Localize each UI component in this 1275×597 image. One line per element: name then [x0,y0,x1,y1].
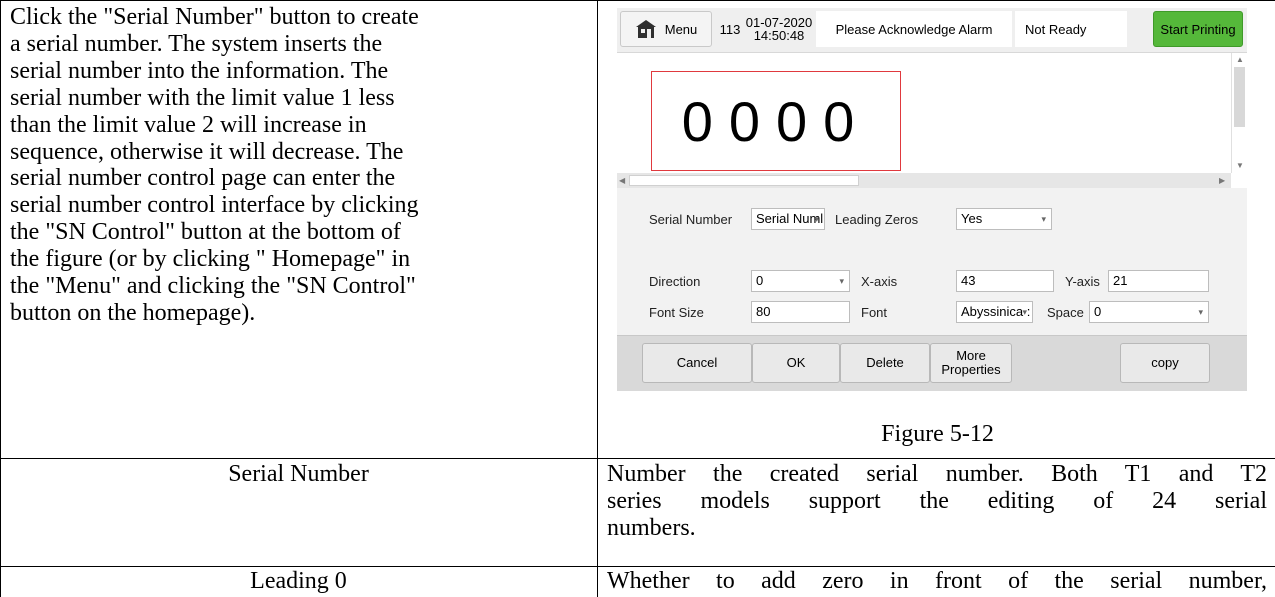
x-axis-input[interactable]: 43 [956,270,1054,292]
scroll-right-icon[interactable]: ▶ [1219,176,1225,185]
document-table: Click the "Serial Number" button to crea… [0,0,1275,597]
edit-canvas[interactable]: 0000 [617,53,1247,188]
font-value: Abyssinica : [961,304,1031,319]
direction-value: 0 [756,273,764,288]
datetime-display: 01-07-2020 14:50:48 [745,11,813,47]
direction-select[interactable]: 0 ▾ [751,270,850,292]
intro-line: than the limit value 2 will increase in [10,111,367,138]
time-text: 14:50:48 [753,28,805,43]
x-axis-label: X-axis [861,274,898,289]
intro-line: the "Menu" and clicking the "SN Control" [10,273,416,300]
chevron-down-icon: ▾ [1041,214,1046,224]
direction-label: Direction [649,274,701,289]
description-line: Number the created serial number. Both T… [607,461,1267,487]
status-display: Not Ready [1015,11,1127,47]
intro-line: serial number control page can enter the [10,165,396,192]
intro-line: a serial number. The system inserts the [10,30,383,57]
intro-line: sequence, otherwise it will decrease. Th… [10,138,404,165]
start-printing-button[interactable]: Start Printing [1153,11,1243,47]
y-axis-label: Y-axis [1065,274,1100,289]
intro-line: serial number into the information. The [10,57,389,84]
home-icon [635,20,656,38]
leading-zeros-label: Leading Zeros [835,212,919,227]
row-label-serial-number: Serial Number [228,461,369,487]
description-line: Whether to add zero in front of the seri… [607,568,1267,594]
bottom-button-bar: Cancel OK Delete More Properties copy [617,335,1247,391]
figure-caption: Figure 5-12 [881,421,994,447]
column-divider [597,0,598,597]
row-description-leading-zero: Whether to add zero in front of the seri… [607,568,1267,595]
vertical-scroll-thumb[interactable] [1234,67,1245,127]
scroll-down-icon[interactable]: ▼ [1236,161,1244,170]
space-label: Space [1047,305,1084,320]
serial-number-label: Serial Number [649,212,733,227]
table-border-left [0,0,1,597]
scroll-left-icon[interactable]: ◀ [619,176,625,185]
printer-ui-screenshot: Menu 113 01-07-2020 14:50:48 Please Ackn… [617,8,1247,391]
alarm-message[interactable]: Please Acknowledge Alarm [816,11,1012,47]
space-value: 0 [1094,304,1102,319]
intro-line: the "SN Control" button at the bottom of [10,219,401,246]
menu-button[interactable]: Menu [620,11,712,47]
vertical-scrollbar[interactable]: ▲ ▼ [1231,53,1247,173]
row-divider [0,566,1275,567]
top-bar: Menu 113 01-07-2020 14:50:48 Please Ackn… [617,8,1247,53]
intro-line: button on the homepage). [10,299,256,326]
row-divider [0,458,1275,459]
chevron-down-icon: ▾ [1022,307,1027,317]
table-border-top [0,0,1275,1]
ok-button[interactable]: OK [752,343,840,383]
intro-line: serial number control interface by click… [10,192,419,219]
intro-line: serial number with the limit value 1 les… [10,84,395,111]
serial-number-select[interactable]: Serial Numl ▾ [751,208,825,230]
more-properties-line2: Properties [941,362,1001,377]
chevron-down-icon: ▾ [1198,307,1203,317]
description-line: series models support the editing of 24 … [607,488,1267,514]
leading-zeros-select[interactable]: Yes ▾ [956,208,1052,230]
row-label-leading-zero: Leading 0 [250,568,347,594]
font-label: Font [861,305,888,320]
more-properties-line1: More [956,348,986,363]
copy-button[interactable]: copy [1120,343,1210,383]
description-line: numbers. [607,515,696,541]
serial-preview-text: 0000 [681,89,871,153]
intro-paragraph: Click the "Serial Number" button to crea… [10,4,585,327]
cancel-button[interactable]: Cancel [642,343,752,383]
serial-number-value: Serial Numl [756,211,824,226]
leading-zeros-value: Yes [961,211,983,226]
font-size-label: Font Size [649,305,704,320]
font-size-input[interactable]: 80 [751,301,850,323]
font-select[interactable]: Abyssinica : ▾ [956,301,1033,323]
menu-label: Menu [664,21,698,37]
row-description-serial-number: Number the created serial number. Both T… [607,461,1267,542]
chevron-down-icon: ▾ [839,276,844,286]
horizontal-scroll-thumb[interactable] [629,175,859,186]
count-display: 113 [719,21,741,37]
scroll-up-icon[interactable]: ▲ [1236,55,1244,64]
space-select[interactable]: 0 ▾ [1089,301,1209,323]
intro-line: the figure (or by clicking " Homepage" i… [10,246,411,273]
horizontal-scrollbar[interactable]: ◀ ▶ [617,173,1231,188]
serial-number-preview[interactable]: 0000 [651,71,901,171]
more-properties-button[interactable]: More Properties [930,343,1012,383]
intro-line: Click the "Serial Number" button to crea… [10,4,419,30]
delete-button[interactable]: Delete [840,343,930,383]
y-axis-input[interactable]: 21 [1108,270,1209,292]
chevron-down-icon: ▾ [814,214,819,224]
